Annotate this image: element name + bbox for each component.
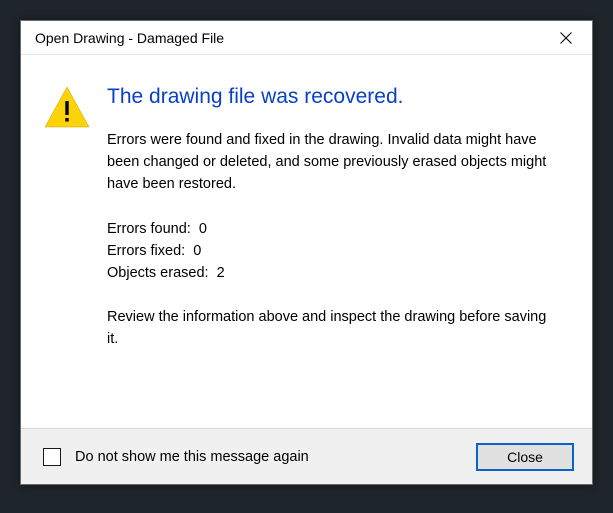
stat-objects-erased: Objects erased: 2: [107, 262, 558, 284]
stat-value: 0: [199, 221, 207, 237]
dialog-content: The drawing file was recovered. Errors w…: [21, 55, 592, 428]
stat-errors-found: Errors found: 0: [107, 218, 558, 240]
titlebar: Open Drawing - Damaged File: [21, 21, 592, 55]
stat-label: Errors found:: [107, 221, 191, 237]
dialog-footer: Do not show me this message again Close: [21, 428, 592, 484]
dont-show-checkbox[interactable]: [43, 448, 61, 466]
close-button[interactable]: Close: [476, 443, 574, 471]
recovery-dialog: Open Drawing - Damaged File The drawing …: [20, 20, 593, 485]
stat-label: Objects erased:: [107, 265, 209, 281]
window-title: Open Drawing - Damaged File: [35, 30, 544, 46]
text-column: The drawing file was recovered. Errors w…: [107, 83, 558, 418]
dialog-heading: The drawing file was recovered.: [107, 83, 558, 110]
dialog-advice: Review the information above and inspect…: [107, 307, 558, 351]
dialog-description: Errors were found and fixed in the drawi…: [107, 130, 558, 195]
stat-errors-fixed: Errors fixed: 0: [107, 240, 558, 262]
window-close-button[interactable]: [544, 23, 588, 53]
stat-label: Errors fixed:: [107, 243, 185, 259]
dont-show-label: Do not show me this message again: [75, 449, 476, 465]
stats-block: Errors found: 0 Errors fixed: 0 Objects …: [107, 218, 558, 285]
close-button-label: Close: [507, 449, 543, 465]
close-icon: [560, 32, 572, 44]
icon-column: [39, 83, 107, 418]
stat-value: 0: [193, 243, 201, 259]
stat-value: 2: [217, 265, 225, 281]
warning-icon: [43, 85, 91, 129]
